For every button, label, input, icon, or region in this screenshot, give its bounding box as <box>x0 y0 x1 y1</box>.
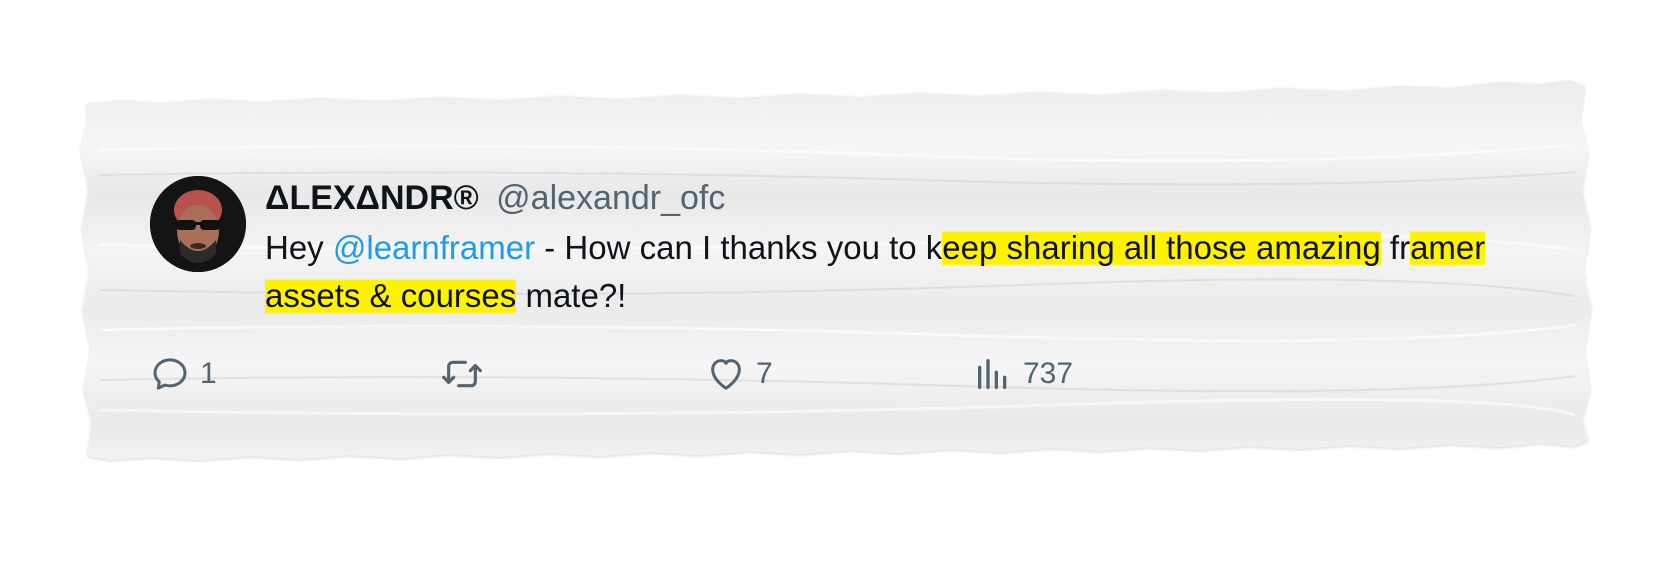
tweet-card-stage: ΔLEXΔNDR® @alexandr_ofc Hey @learnframer… <box>0 0 1676 561</box>
highlighted-text: eep sharing all those amazing <box>942 227 1381 268</box>
like-button[interactable]: 7 <box>706 350 773 398</box>
tweet-text-part: - How can I thanks you to k <box>535 229 943 266</box>
avatar[interactable] <box>150 176 246 272</box>
views-bar-chart-icon <box>978 359 1007 389</box>
tweet-text-part: mate?! <box>516 277 627 314</box>
tweet-actions: 1 7 737 <box>150 350 1150 398</box>
avatar-image-icon <box>150 176 246 272</box>
reply-bubble-icon <box>153 358 187 390</box>
retweet-button[interactable] <box>440 350 494 398</box>
display-name[interactable]: ΔLEXΔNDR® <box>265 179 479 217</box>
reply-count: 1 <box>200 357 217 390</box>
tweet-text: Hey @learnframer - How can I thanks you … <box>265 224 1515 320</box>
reply-button[interactable]: 1 <box>150 350 217 398</box>
tweet-header: ΔLEXΔNDR® @alexandr_ofc <box>265 176 1535 220</box>
user-handle[interactable]: @alexandr_ofc <box>496 179 725 217</box>
retweet-icon <box>442 360 482 388</box>
mention-link[interactable]: @learnframer <box>333 229 535 266</box>
like-count: 7 <box>756 357 773 390</box>
tweet-text-part: Hey <box>265 229 333 266</box>
tweet-body: ΔLEXΔNDR® @alexandr_ofc Hey @learnframer… <box>265 176 1535 320</box>
views-count: 737 <box>1023 357 1074 390</box>
tweet-text-part: fr <box>1380 229 1411 266</box>
views-button[interactable]: 737 <box>973 350 1073 398</box>
heart-icon <box>711 359 741 390</box>
